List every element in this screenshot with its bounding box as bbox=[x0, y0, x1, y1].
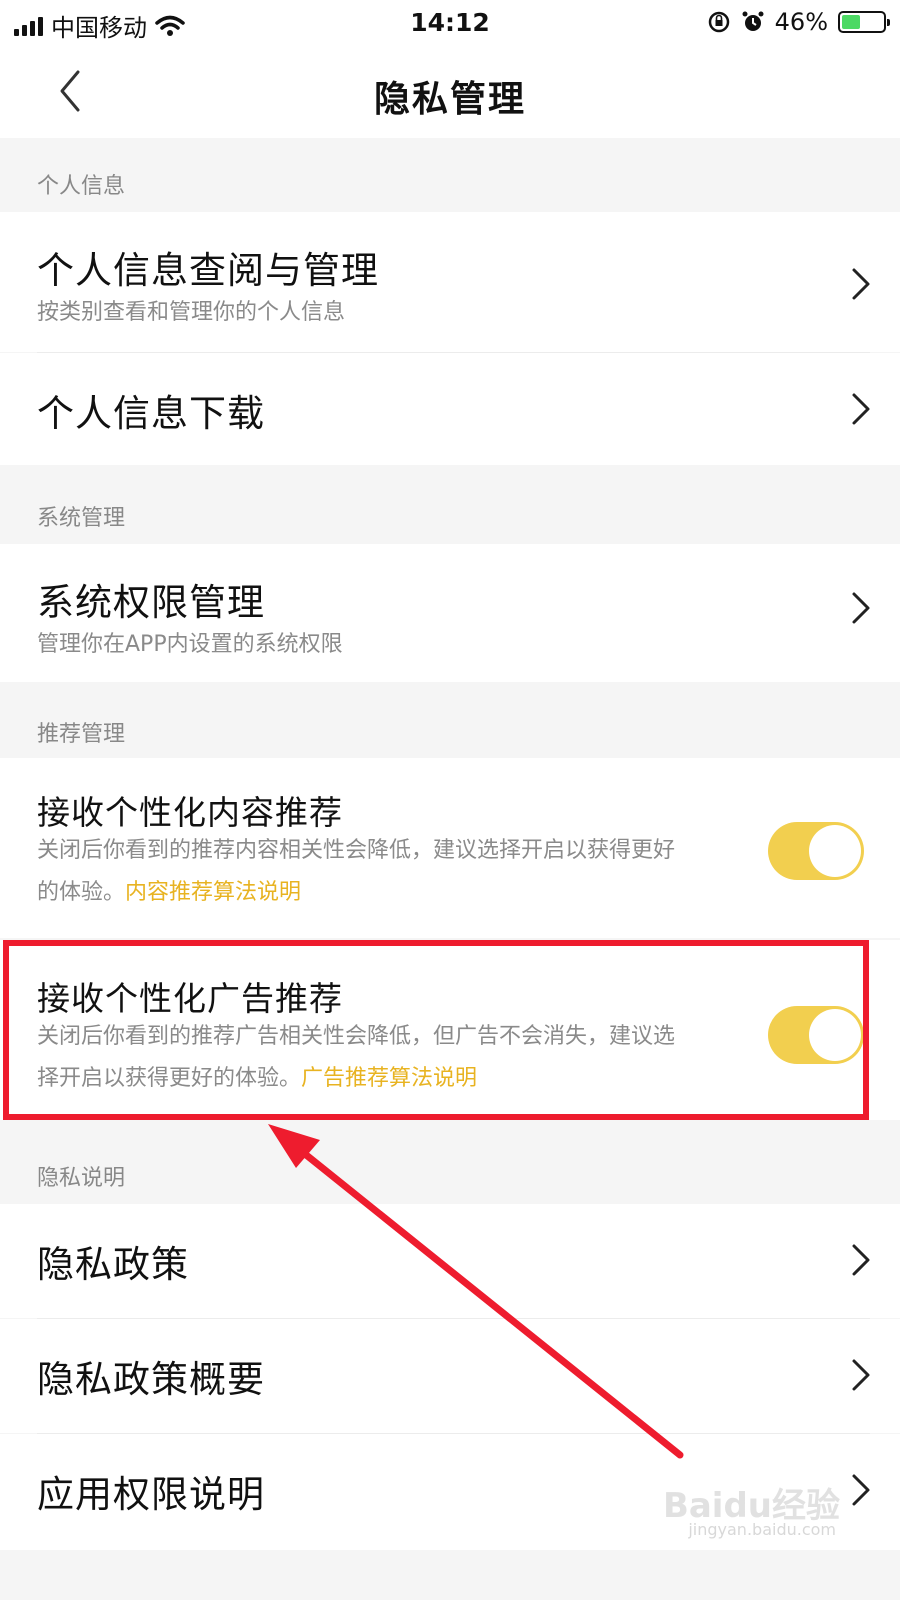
annotation-arrow bbox=[268, 1124, 684, 1459]
watermark-url: jingyan.baidu.com bbox=[688, 1520, 836, 1539]
privacy-management-screen: 中国移动 14:12 46% 隐私管理 个人信息 个人信息查阅与管理 按类别查看… bbox=[0, 0, 900, 1600]
